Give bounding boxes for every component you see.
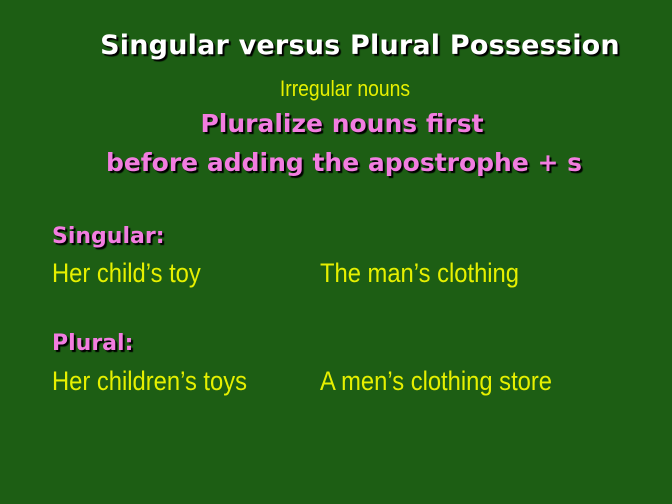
rule-line-2: before adding the apostrophe + s (105, 148, 583, 177)
singular-label: Singular: (52, 224, 165, 249)
slide: Singular versus Plural Possession Irregu… (0, 0, 672, 504)
plural-example-left: Her children’s toys (52, 366, 248, 396)
plural-example-right: A men’s clothing store (320, 366, 553, 396)
rule-line-1: Pluralize nouns first (200, 109, 484, 138)
slide-subtitle: Irregular nouns (279, 76, 411, 101)
singular-example-left: Her child’s toy (52, 258, 201, 288)
plural-label: Plural: (52, 331, 134, 356)
singular-example-right: The man’s clothing (320, 258, 519, 288)
slide-title: Singular versus Plural Possession (100, 30, 620, 61)
